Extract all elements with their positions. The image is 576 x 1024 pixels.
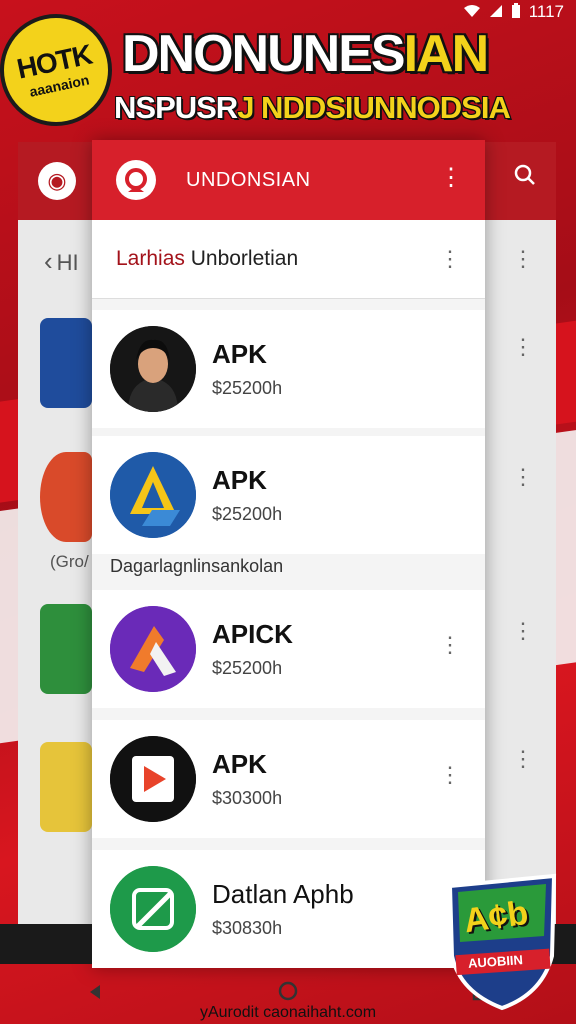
wifi-icon — [463, 4, 481, 21]
signal-icon — [489, 4, 503, 21]
app-name: APK — [212, 465, 267, 495]
back-button[interactable]: ‹ HI — [44, 246, 79, 277]
headline-title-accent: IAN — [403, 25, 490, 83]
section-caption: Dagarlagnlinsankolan — [110, 556, 284, 576]
headline-subtitle: NSPUSRJ NDDSIUNNODSIA — [114, 90, 511, 126]
app-list-item[interactable]: APK $25200h — [92, 310, 485, 428]
shield-emblem-icon: A¢b AUOBIIN — [442, 872, 562, 1012]
app-list-item[interactable]: APK $25200h — [92, 436, 485, 554]
app-price: $25200h — [212, 378, 283, 398]
overflow-menu-icon[interactable]: ⋮ — [439, 166, 463, 190]
status-time: 1117 — [528, 2, 564, 21]
more-options-icon[interactable]: ⋮ — [512, 620, 534, 642]
section-header: Larhias Unborletian ⋮ — [92, 220, 485, 299]
more-options-icon[interactable]: ⋮ — [439, 246, 461, 272]
app-name: Datlan Aphb — [212, 879, 354, 909]
app-store-panel: UNDONSIAN ⋮ Larhias Unborletian ⋮ APK $2… — [92, 140, 485, 968]
headline-subtitle-accent: J NDDSIUNNODSIA — [237, 90, 511, 125]
drive-style-app-icon — [110, 452, 196, 538]
section-title: Larhias Unborletian — [116, 247, 298, 271]
search-icon[interactable] — [514, 164, 536, 193]
app-name: APK — [212, 339, 267, 369]
panel-title: UNDONSIAN — [186, 168, 311, 191]
more-options-icon[interactable]: ⋮ — [439, 632, 461, 658]
abstract-app-icon — [110, 606, 196, 692]
panel-app-bar: UNDONSIAN ⋮ — [92, 140, 485, 220]
edit-app-icon — [110, 866, 196, 952]
section-title-rest: Unborletian — [184, 247, 299, 270]
app-thumbnail[interactable] — [40, 742, 92, 832]
app-list-item[interactable]: Datlan Aphb $30830h — [92, 850, 485, 968]
battery-icon — [511, 2, 521, 22]
promo-badge: HOTK aaanaion — [0, 3, 123, 137]
app-thumbnail[interactable] — [40, 604, 92, 694]
more-options-icon[interactable]: ⋮ — [512, 248, 534, 270]
app-price: $30830h — [212, 918, 283, 938]
status-bar: 1117 — [364, 0, 576, 24]
background-caption: (Gro/ — [50, 552, 89, 571]
more-options-icon[interactable]: ⋮ — [512, 748, 534, 770]
more-options-icon[interactable]: ⋮ — [512, 466, 534, 488]
headline-title: DNONUNESIAN — [122, 24, 490, 84]
section-title-red: Larhias — [116, 247, 185, 270]
app-list-item[interactable]: APK $30300h ⋮ — [92, 720, 485, 838]
app-thumbnail[interactable] — [40, 452, 92, 542]
back-label: HI — [56, 250, 79, 275]
headline-title-main: DNONUNES — [122, 25, 406, 83]
avatar-icon — [110, 326, 196, 412]
store-logo-icon[interactable] — [116, 160, 156, 200]
app-list-item[interactable]: APICK $25200h ⋮ — [92, 590, 485, 708]
more-options-icon[interactable]: ⋮ — [512, 336, 534, 358]
play-video-icon — [110, 736, 196, 822]
app-price: $30300h — [212, 788, 283, 808]
app-name: APK — [212, 749, 267, 779]
app-logo-icon[interactable]: ◉ — [38, 162, 76, 200]
app-name: APICK — [212, 619, 293, 649]
app-price: $25200h — [212, 504, 283, 524]
nav-bar-edge — [0, 924, 92, 964]
more-options-icon[interactable]: ⋮ — [439, 762, 461, 788]
app-thumbnail[interactable] — [40, 318, 92, 408]
app-price: $25200h — [212, 658, 283, 678]
headline-subtitle-main: NSPUSR — [114, 90, 238, 125]
